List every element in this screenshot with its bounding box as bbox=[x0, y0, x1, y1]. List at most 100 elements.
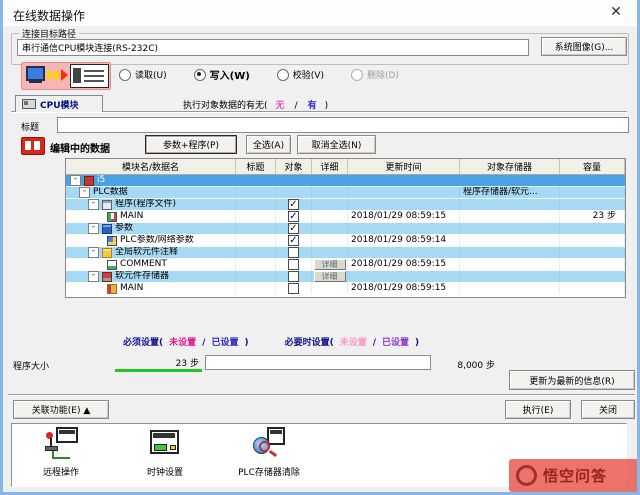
program-size-used: 23 步 bbox=[113, 356, 199, 369]
tree-expander[interactable]: - bbox=[70, 175, 81, 186]
clock-setting-label: 时钟设置 bbox=[147, 465, 183, 478]
select-all-button[interactable]: 全选(A) bbox=[246, 135, 291, 154]
target-memory bbox=[460, 283, 560, 294]
related-functions-button[interactable]: 关联功能(E) ▲ bbox=[13, 400, 109, 419]
row-label: MAIN bbox=[120, 283, 143, 294]
exec-status-separator: / bbox=[295, 101, 298, 111]
refresh-info-button[interactable]: 更新为最新的信息(R) bbox=[509, 370, 635, 390]
table-row[interactable]: -i5 bbox=[66, 175, 625, 187]
target-cell bbox=[276, 211, 312, 222]
mode-radio-label: 读取(U) bbox=[135, 68, 167, 81]
system-image-button[interactable]: 系统图像(G)... bbox=[541, 37, 627, 56]
column-header: 模块名/数据名 bbox=[66, 159, 236, 174]
capacity bbox=[560, 175, 625, 186]
tree-expander[interactable]: - bbox=[88, 223, 99, 234]
clock-setting-item[interactable]: 时钟设置 bbox=[126, 427, 204, 478]
mode-radio-label: 写入(W) bbox=[210, 67, 250, 82]
target-memory bbox=[460, 235, 560, 246]
target-memory bbox=[460, 271, 560, 282]
update-time: 2018/01/29 08:59:14 bbox=[348, 235, 460, 246]
target-checkbox[interactable] bbox=[288, 247, 299, 258]
radio-icon bbox=[194, 69, 206, 81]
target-checkbox[interactable] bbox=[288, 271, 299, 282]
target-checkbox[interactable] bbox=[288, 283, 299, 294]
title-bar: 在线数据操作 ✕ bbox=[3, 0, 637, 26]
mode-radio: 删除(D) bbox=[351, 68, 399, 81]
arrow-icon bbox=[47, 69, 54, 81]
detail-cell bbox=[312, 247, 348, 258]
target-checkbox[interactable] bbox=[288, 211, 299, 222]
close-icon[interactable]: ✕ bbox=[607, 4, 625, 20]
target-checkbox[interactable] bbox=[288, 259, 299, 270]
plc-memory-clear-item[interactable]: PLC存储器清除 bbox=[230, 427, 308, 478]
title-cell bbox=[236, 271, 276, 282]
mode-radio[interactable]: 校验(V) bbox=[277, 68, 324, 81]
table-row[interactable]: -软元件存储器 详细 bbox=[66, 271, 625, 283]
detail-button[interactable]: 详细 bbox=[314, 271, 346, 282]
tree-expander[interactable]: - bbox=[88, 247, 99, 258]
target-checkbox[interactable] bbox=[288, 235, 299, 246]
tree-name-cell: -参数 bbox=[66, 223, 236, 234]
close-button[interactable]: 关闭 bbox=[581, 400, 635, 419]
tree-name-cell: -软元件存储器 bbox=[66, 271, 236, 282]
detail-button[interactable]: 详细 bbox=[314, 259, 346, 270]
radio-icon bbox=[277, 69, 289, 81]
deselect-all-button[interactable]: 取消全选(N) bbox=[297, 135, 376, 154]
target-cell bbox=[276, 271, 312, 282]
target-checkbox[interactable] bbox=[288, 199, 299, 210]
plc-memory-clear-icon bbox=[251, 427, 287, 463]
tree-name-cell: -PLC数据 bbox=[66, 187, 236, 198]
title-field-input[interactable] bbox=[57, 117, 629, 133]
program-size-total: 8,000 步 bbox=[433, 358, 495, 371]
target-cell bbox=[276, 283, 312, 294]
connection-path-input[interactable] bbox=[17, 39, 529, 56]
tree-expander[interactable]: - bbox=[79, 187, 90, 198]
optional-label: 必要时设置( bbox=[285, 338, 334, 348]
capacity bbox=[560, 247, 625, 258]
exec-status-prefix: 执行对象数据的有无( bbox=[183, 101, 268, 111]
remote-operation-item[interactable]: 远程操作 bbox=[22, 427, 100, 478]
target-memory bbox=[460, 175, 560, 186]
column-header: 容量 bbox=[560, 159, 625, 174]
table-row[interactable]: - 全局软元件注释 bbox=[66, 247, 625, 259]
target-memory bbox=[460, 247, 560, 258]
mode-radio[interactable]: 写入(W) bbox=[194, 67, 250, 82]
capacity: 23 步 bbox=[560, 211, 625, 222]
execute-button[interactable]: 执行(E) bbox=[505, 400, 571, 419]
table-row[interactable]: COMMENT详细2018/01/29 08:59:15 bbox=[66, 259, 625, 271]
capacity bbox=[560, 223, 625, 234]
project-icon bbox=[84, 176, 94, 186]
parameter-folder-icon bbox=[102, 224, 112, 234]
tree-name-cell: PLC参数/网络参数 bbox=[66, 235, 236, 246]
program-size-progress-bar bbox=[205, 355, 431, 370]
tree-expander[interactable]: - bbox=[88, 271, 99, 282]
tree-name-cell: - 全局软元件注释 bbox=[66, 247, 236, 258]
tree-expander[interactable]: - bbox=[88, 199, 99, 210]
legend-suffix: ) bbox=[244, 338, 248, 348]
watermark-text: 悟空问答 bbox=[543, 465, 607, 486]
exec-status-have[interactable]: 有 bbox=[308, 101, 317, 111]
target-cell bbox=[276, 247, 312, 258]
param-program-button[interactable]: 参数+程序(P) bbox=[145, 135, 237, 154]
exec-status-none[interactable]: 无 bbox=[276, 101, 285, 111]
table-row[interactable]: -PLC数据程序存储器/软元... bbox=[66, 187, 625, 199]
table-row[interactable]: MAIN2018/01/29 08:59:15 bbox=[66, 283, 625, 295]
row-label: 全局软元件注释 bbox=[115, 247, 178, 258]
comment-icon bbox=[107, 260, 117, 270]
update-time bbox=[348, 175, 460, 186]
target-checkbox[interactable] bbox=[288, 223, 299, 234]
required-set: 已设置 bbox=[211, 338, 238, 348]
row-label: PLC数据 bbox=[93, 187, 128, 198]
table-row[interactable]: MAIN2018/01/29 08:59:1523 步 bbox=[66, 211, 625, 223]
program-folder-icon bbox=[102, 200, 112, 210]
tab-separator-line bbox=[11, 111, 627, 113]
table-row[interactable]: -参数 bbox=[66, 223, 625, 235]
legend-separator: / bbox=[373, 338, 376, 348]
tab-cpu-module[interactable]: CPU模块 bbox=[15, 95, 103, 112]
mode-radio[interactable]: 读取(U) bbox=[119, 68, 167, 81]
table-row[interactable]: PLC参数/网络参数 2018/01/29 08:59:14 bbox=[66, 235, 625, 247]
capacity bbox=[560, 271, 625, 282]
edit-data-label: 编辑中的数据 bbox=[50, 140, 110, 155]
table-row[interactable]: -程序(程序文件) bbox=[66, 199, 625, 211]
detail-cell bbox=[312, 283, 348, 294]
